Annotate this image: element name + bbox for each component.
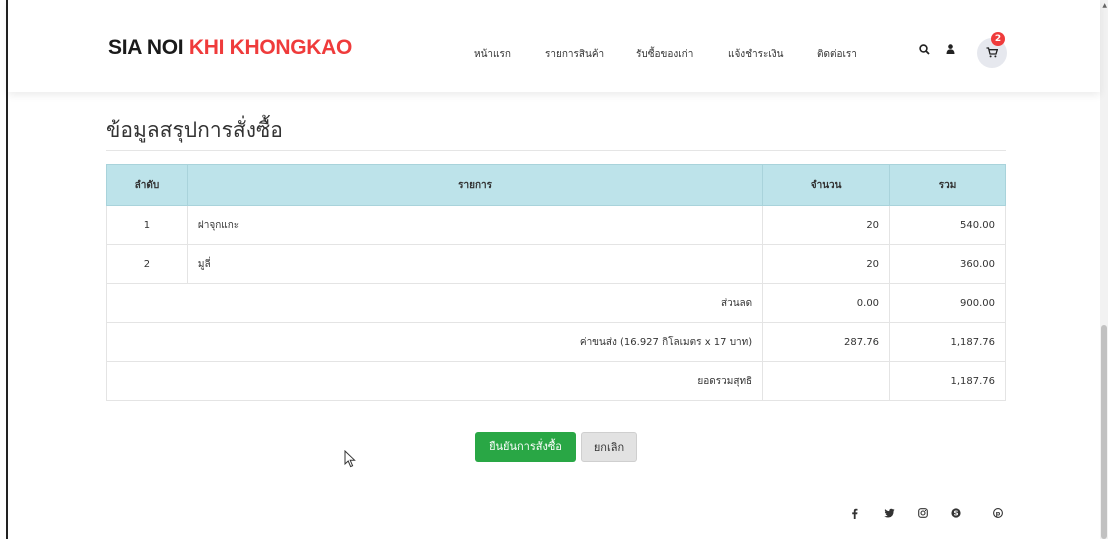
col-header-total: รวม [889, 164, 1006, 206]
row-total: 540.00 [889, 205, 1006, 245]
discount-qty: 0.00 [762, 283, 891, 323]
col-header-qty: จำนวน [762, 164, 891, 206]
nav-payment-notify[interactable]: แจ้งชำระเงิน [728, 47, 783, 62]
brand-logo[interactable]: SIA NOI KHI KHONGKAO [108, 36, 352, 60]
cart-count-badge: 2 [991, 32, 1005, 46]
search-icon[interactable] [919, 44, 930, 58]
col-header-item: รายการ [186, 164, 764, 206]
brand-name-part1: SIA NOI [108, 36, 189, 59]
row-no: 1 [106, 205, 188, 245]
table-row: 2 มูลี่ 20 360.00 [106, 244, 1006, 284]
nav-contact[interactable]: ติดต่อเรา [817, 47, 857, 62]
facebook-icon[interactable] [851, 508, 858, 522]
shipping-row: ค่าขนส่ง (16.927 กิโลเมตร x 17 บาท) 287.… [105, 322, 1006, 362]
nav-buy-used[interactable]: รับซื้อของเก่า [636, 47, 693, 62]
nav-products[interactable]: รายการสินค้า [545, 47, 604, 62]
net-total-value: 1,187.76 [889, 361, 1006, 401]
row-item: ฝาจุกแกะ [186, 205, 764, 245]
row-qty: 20 [762, 205, 891, 245]
row-qty: 20 [762, 244, 891, 284]
cancel-button[interactable]: ยกเลิก [581, 432, 637, 462]
net-total-label: ยอดรวมสุทธิ [105, 361, 764, 401]
row-no: 2 [106, 244, 188, 284]
row-item: มูลี่ [186, 244, 764, 284]
site-header: SIA NOI KHI KHONGKAO หน้าแรก รายการสินค้… [8, 0, 1100, 92]
twitter-icon[interactable] [884, 508, 895, 521]
shipping-label: ค่าขนส่ง (16.927 กิโลเมตร x 17 บาท) [105, 322, 764, 362]
svg-text:p: p [996, 510, 1001, 518]
svg-text:S: S [953, 510, 958, 518]
pinterest-icon[interactable]: p [993, 508, 1003, 521]
confirm-order-button[interactable]: ยืนยันการสั่งซื้อ [475, 432, 576, 462]
table-header-row: ลำดับ รายการ จำนวน รวม [106, 164, 1006, 206]
mouse-cursor-icon [344, 450, 356, 468]
title-divider [106, 150, 1006, 151]
order-summary-table: ลำดับ รายการ จำนวน รวม 1 ฝาจุกแกะ 20 540… [105, 164, 1006, 401]
net-total-empty [762, 361, 891, 401]
table-row: 1 ฝาจุกแกะ 20 540.00 [106, 205, 1006, 245]
scroll-up-arrow-icon[interactable]: ▲ [1102, 2, 1107, 9]
user-icon[interactable] [946, 44, 955, 57]
col-header-no: ลำดับ [106, 164, 188, 206]
skype-icon[interactable]: S [951, 508, 961, 521]
discount-row: ส่วนลด 0.00 900.00 [105, 283, 1006, 323]
cart-icon [986, 47, 998, 58]
page-title: ข้อมูลสรุปการสั่งซื้อ [106, 118, 283, 142]
shipping-cost: 287.76 [762, 322, 891, 362]
discount-total: 900.00 [889, 283, 1006, 323]
scrollbar[interactable]: ▲ [1100, 0, 1108, 539]
instagram-icon[interactable] [918, 508, 928, 521]
brand-name-part2: KHI KHONGKAO [188, 36, 353, 59]
scrollbar-thumb[interactable] [1101, 325, 1107, 539]
nav-home[interactable]: หน้าแรก [474, 47, 511, 62]
net-total-row: ยอดรวมสุทธิ 1,187.76 [105, 361, 1006, 401]
shipping-total: 1,187.76 [889, 322, 1006, 362]
discount-label: ส่วนลด [105, 283, 764, 323]
row-total: 360.00 [889, 244, 1006, 284]
